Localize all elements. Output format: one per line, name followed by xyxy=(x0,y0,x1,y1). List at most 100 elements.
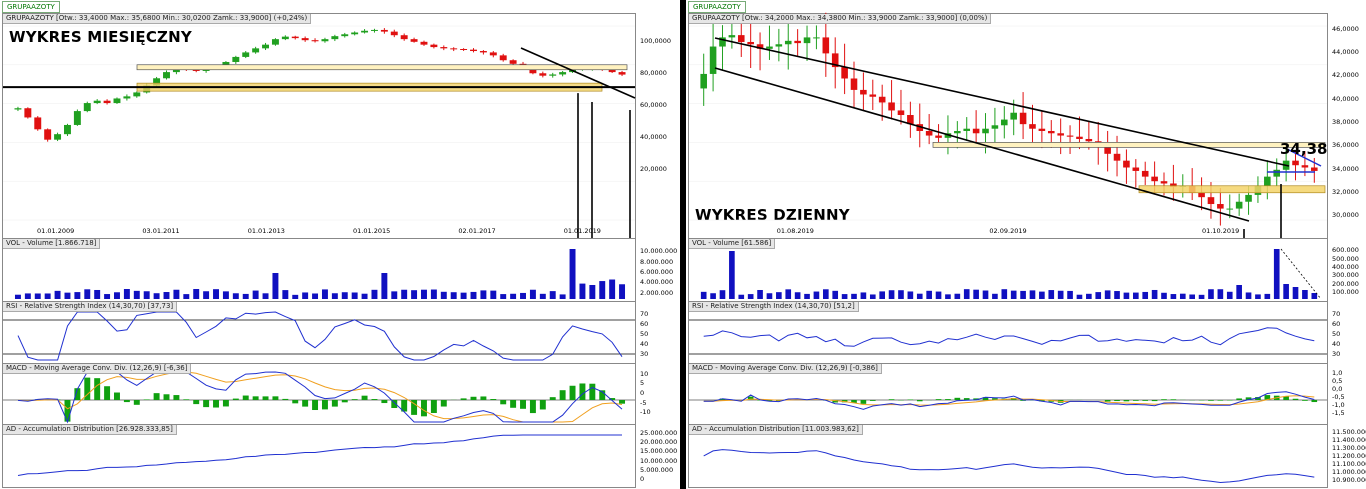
candle-body xyxy=(841,67,848,79)
candle-body xyxy=(361,30,369,33)
volume-bar xyxy=(1076,294,1083,299)
candle-body xyxy=(897,110,905,116)
rsi-scale: 70 60 50 40 30 xyxy=(1329,301,1366,362)
macd-tick-label: 0 xyxy=(640,389,645,397)
volume-bar xyxy=(869,294,876,299)
macd-tick-label: -0,5 xyxy=(1332,393,1345,401)
symbol-tab[interactable]: GRUPAAZOTY xyxy=(2,1,60,13)
ad-tick-label: 5.000.000 xyxy=(640,466,674,474)
volume-bar xyxy=(500,294,507,299)
macd-tick-label: 5 xyxy=(640,379,645,388)
macd-histogram-bar xyxy=(341,400,348,403)
macd-tick-label: -1,0 xyxy=(1332,401,1345,409)
volume-pane[interactable]: VOL - Volume [1.866.718] xyxy=(2,238,636,302)
volume-bar xyxy=(1264,293,1271,299)
price-tick-label: 34,0000 xyxy=(1332,164,1359,173)
macd-histogram-bar xyxy=(1142,400,1149,401)
rsi-line xyxy=(703,327,1315,347)
macd-scale: 10 5 0 -5 -10 xyxy=(637,363,680,423)
macd-histogram-bar xyxy=(480,396,487,400)
volume-bar xyxy=(1179,293,1186,299)
candle-body xyxy=(935,135,942,138)
candle-body xyxy=(1001,119,1008,126)
macd-histogram-bar xyxy=(1161,399,1167,400)
ad-tick-label: 11.000.000 xyxy=(1332,468,1366,476)
rsi-tick-label: 60 xyxy=(640,320,649,328)
macd-histogram-bar xyxy=(1114,400,1120,402)
candle-body xyxy=(1151,176,1158,182)
volume-bar xyxy=(302,292,309,299)
volume-bar xyxy=(1039,291,1045,299)
volume-bar xyxy=(747,294,754,299)
rsi-title: RSI - Relative Strength Index (14,30,70)… xyxy=(3,302,178,312)
price-pane[interactable]: GRUPAAZOTY [Otw.: 34,2000 Max.: 34,3800 … xyxy=(688,12,1328,279)
ad-scale: 25.000.000 20.000.000 15.000.000 10.000.000… xyxy=(637,424,680,486)
price-callout: 34,38 xyxy=(1280,140,1328,158)
candle-body xyxy=(618,72,626,75)
ad-tick-label: 11.200.000 xyxy=(1332,452,1366,460)
rsi-pane[interactable]: RSI - Relative Strength Index (14,30,70)… xyxy=(2,301,636,364)
volume-bar xyxy=(794,292,801,299)
macd-histogram-bar xyxy=(569,385,576,400)
price-date-label: 01.08.2019 xyxy=(777,227,814,235)
daily-chart-window: GRUPAAZOTY GRUPAAZOTY [Otw.: 34,2000 Max… xyxy=(686,0,1366,489)
price-pane[interactable]: GRUPAAZOTY [Otw.: 33,4000 Max.: 35,6800 … xyxy=(2,13,636,295)
ad-tick-label: 11.300.000 xyxy=(1332,444,1366,452)
volume-bar xyxy=(926,290,932,299)
candle-body xyxy=(1057,133,1064,136)
macd-histogram-bar xyxy=(312,400,319,411)
candle-body xyxy=(1019,112,1027,125)
volume-bar xyxy=(579,283,586,299)
rsi-tick-label: 70 xyxy=(640,310,649,318)
volume-bar xyxy=(421,289,427,299)
price-plot: 01.01.2009 03.01.2011 01.01.2013 01.01.2015… xyxy=(3,25,636,295)
volume-bar xyxy=(785,289,792,299)
volume-bar xyxy=(1001,289,1008,299)
macd-tick-label: 10 xyxy=(640,369,649,378)
volume-pane[interactable]: VOL - Volume [61.586] xyxy=(688,238,1328,302)
volume-bar xyxy=(331,293,338,299)
volume-bar xyxy=(539,293,546,299)
volume-scale: 600.000 500.000 400.000 300.000 200.000 100.0… xyxy=(1329,238,1366,300)
macd-histogram-bar xyxy=(619,400,626,404)
volume-bar xyxy=(1236,285,1242,299)
rsi-pane[interactable]: RSI - Relative Strength Index (14,30,70)… xyxy=(688,301,1328,364)
macd-pane[interactable]: MACD - Moving Average Conv. Div. (12,26,… xyxy=(688,363,1328,425)
volume-title: VOL - Volume [1.866.718] xyxy=(3,239,101,249)
price-tick-label: 46,0000 xyxy=(1332,24,1359,33)
macd-pane[interactable]: MACD - Moving Average Conv. Div. (12,26,… xyxy=(2,363,636,425)
price-tick-label: 30,0000 xyxy=(1332,211,1359,220)
volume-bar xyxy=(371,289,378,299)
volume-bar xyxy=(1198,294,1205,299)
ad-pane[interactable]: AD - Accumulation Distribution [26.928.3… xyxy=(2,424,636,488)
volume-bar xyxy=(391,291,398,299)
volume-bar xyxy=(549,291,556,299)
ad-title: AD - Accumulation Distribution [26.928.3… xyxy=(3,425,177,435)
volume-bar xyxy=(1029,290,1036,299)
ad-title: AD - Accumulation Distribution [11.003.9… xyxy=(689,425,863,435)
candle-body xyxy=(133,92,141,97)
volume-bar xyxy=(992,293,998,299)
macd-histogram-bar xyxy=(440,400,447,407)
candle-body xyxy=(103,100,111,104)
macd-histogram-bar xyxy=(589,383,596,400)
candle-body xyxy=(321,39,329,42)
candle-body xyxy=(559,72,567,75)
volume-bar xyxy=(1142,291,1149,299)
candle-body xyxy=(766,46,773,49)
ad-pane[interactable]: AD - Accumulation Distribution [11.003.9… xyxy=(688,424,1328,488)
candle-body xyxy=(450,48,458,50)
volume-bar xyxy=(1208,289,1214,299)
symbol-tab[interactable]: GRUPAAZOTY xyxy=(688,1,746,13)
candle-body xyxy=(1273,169,1281,177)
volume-bar xyxy=(888,290,895,299)
volume-bar xyxy=(321,289,328,299)
macd-histogram-bar xyxy=(232,398,239,400)
price-date-label: 01.01.2013 xyxy=(248,227,285,235)
candle-body xyxy=(331,36,339,40)
macd-histogram-bar xyxy=(114,392,120,400)
volume-bar xyxy=(114,292,120,299)
volume-bar xyxy=(729,251,735,299)
candle-body xyxy=(775,44,783,47)
candle-body xyxy=(281,36,289,40)
